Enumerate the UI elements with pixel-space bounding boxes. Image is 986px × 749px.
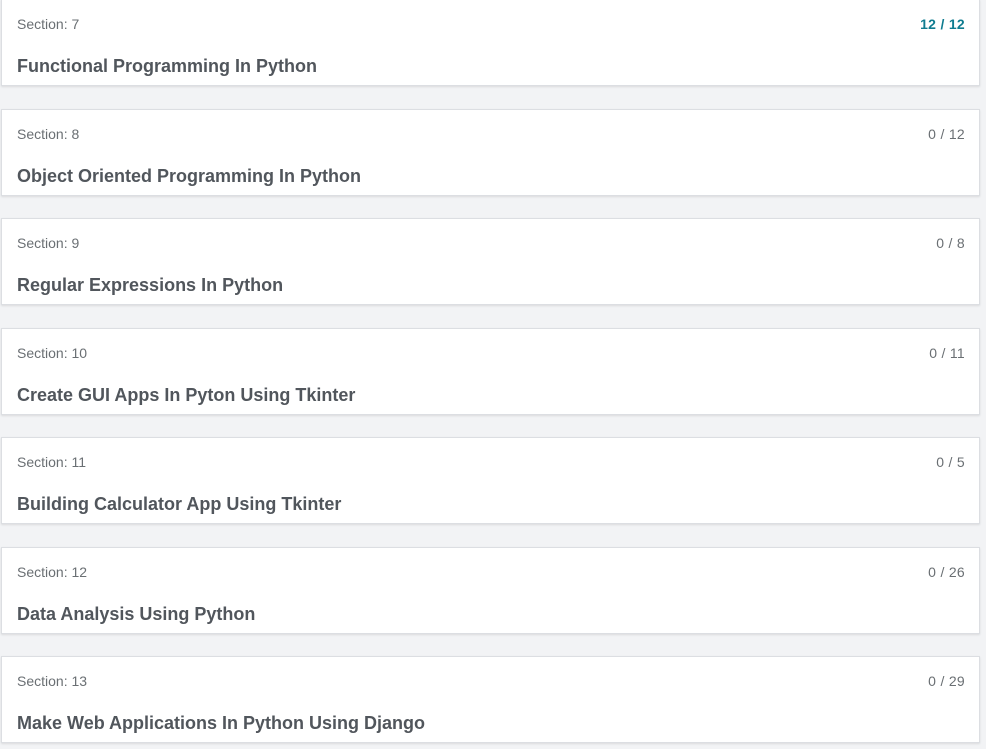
section-number: Section: 11 — [17, 454, 87, 470]
section-card-10[interactable]: Section: 10 0 / 11 Create GUI Apps In Py… — [1, 328, 980, 415]
section-number: Section: 10 — [17, 345, 88, 361]
section-progress: 0 / 12 — [928, 126, 965, 142]
section-card-7[interactable]: Section: 7 12 / 12 Functional Programmin… — [1, 0, 980, 86]
section-progress: 12 / 12 — [920, 16, 965, 32]
section-number: Section: 13 — [17, 673, 88, 689]
section-number: Section: 9 — [17, 235, 80, 251]
section-card-9[interactable]: Section: 9 0 / 8 Regular Expressions In … — [1, 218, 980, 305]
section-title: Functional Programming In Python — [17, 56, 318, 76]
section-number: Section: 7 — [17, 16, 80, 32]
section-title: Make Web Applications In Python Using Dj… — [17, 713, 426, 733]
section-card-12[interactable]: Section: 12 0 / 26 Data Analysis Using P… — [1, 547, 980, 634]
section-progress: 0 / 5 — [936, 454, 965, 470]
section-card-13[interactable]: Section: 13 0 / 29 Make Web Applications… — [1, 656, 980, 743]
section-progress: 0 / 8 — [936, 235, 965, 251]
section-card-11[interactable]: Section: 11 0 / 5 Building Calculator Ap… — [1, 437, 980, 524]
section-title: Regular Expressions In Python — [17, 275, 284, 295]
section-list: Section: 7 12 / 12 Functional Programmin… — [0, 0, 986, 749]
section-progress: 0 / 11 — [929, 345, 965, 361]
section-title: Object Oriented Programming In Python — [17, 166, 362, 186]
section-number: Section: 8 — [17, 126, 80, 142]
section-number: Section: 12 — [17, 564, 88, 580]
section-title: Building Calculator App Using Tkinter — [17, 494, 342, 514]
section-progress: 0 / 26 — [928, 564, 965, 580]
section-title: Data Analysis Using Python — [17, 604, 256, 624]
section-title: Create GUI Apps In Pyton Using Tkinter — [17, 385, 356, 405]
section-card-8[interactable]: Section: 8 0 / 12 Object Oriented Progra… — [1, 109, 980, 196]
section-progress: 0 / 29 — [928, 673, 965, 689]
